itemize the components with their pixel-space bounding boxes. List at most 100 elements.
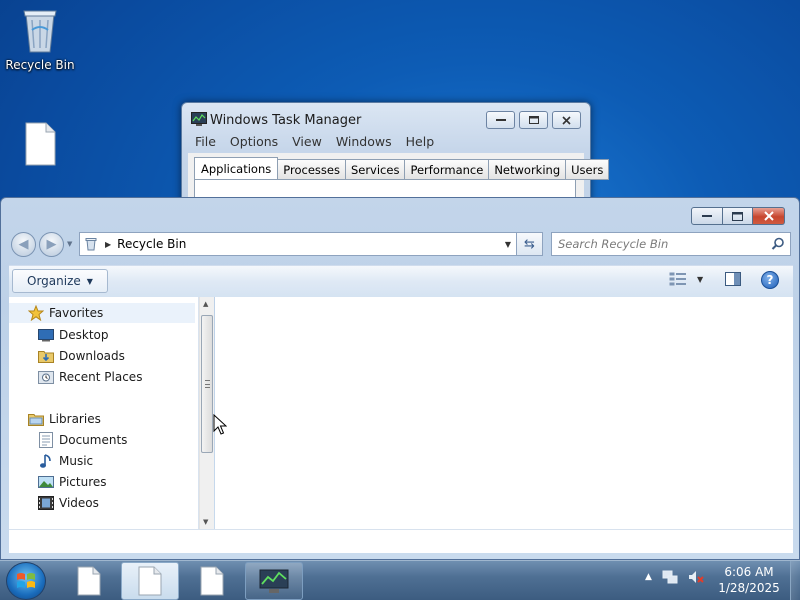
- nav-videos-label: Videos: [59, 496, 99, 510]
- nav-videos[interactable]: Videos: [37, 493, 99, 513]
- menu-view[interactable]: View: [285, 134, 329, 149]
- file-icon: [200, 566, 224, 596]
- file-icon: [25, 122, 56, 166]
- recycle-bin-icon: [23, 10, 57, 53]
- restore-icon: [528, 116, 539, 124]
- minimize-button[interactable]: [691, 207, 723, 225]
- forward-arrow-icon: ▶: [46, 237, 57, 252]
- nav-downloads-label: Downloads: [59, 349, 125, 363]
- scroll-down-arrow-icon[interactable]: ▼: [203, 518, 208, 526]
- menu-windows[interactable]: Windows: [329, 134, 399, 149]
- desktop-icon-recycle-bin[interactable]: Recycle Bin: [2, 6, 78, 72]
- network-icon[interactable]: [662, 569, 678, 585]
- breadcrumb-chevron-icon[interactable]: ▶: [105, 240, 111, 249]
- tab-users[interactable]: Users: [566, 159, 610, 180]
- preview-pane-icon: [725, 272, 741, 286]
- desktop-icon: [37, 327, 55, 343]
- libraries-folder-icon: [27, 411, 45, 427]
- tab-services[interactable]: Services: [345, 159, 406, 180]
- task-manager-tabs: Applications Processes Services Performa…: [194, 157, 610, 181]
- restore-icon: [732, 211, 743, 221]
- show-desktop-button[interactable]: [790, 561, 800, 600]
- tab-networking[interactable]: Networking: [489, 159, 567, 180]
- task-manager-minimize-button[interactable]: [486, 111, 515, 129]
- refresh-button[interactable]: ⇆: [517, 232, 543, 256]
- menu-options[interactable]: Options: [223, 134, 285, 149]
- menu-help[interactable]: Help: [399, 134, 442, 149]
- search-icon: [771, 237, 784, 250]
- search-box[interactable]: [551, 232, 791, 256]
- nav-music[interactable]: Music: [37, 451, 93, 471]
- tab-processes[interactable]: Processes: [278, 159, 346, 180]
- organize-label: Organize: [27, 274, 81, 288]
- file-list-area[interactable]: [215, 297, 793, 529]
- show-hidden-icons-button[interactable]: ▲: [645, 572, 652, 582]
- music-icon: [37, 453, 55, 469]
- nav-favorites-label: Favorites: [49, 306, 104, 320]
- help-button[interactable]: ?: [761, 271, 779, 289]
- chevron-down-icon: ▼: [86, 276, 93, 286]
- scrollbar-thumb[interactable]: [201, 315, 213, 453]
- scroll-up-arrow-icon[interactable]: ▲: [203, 300, 208, 308]
- clock-time: 6:06 AM: [724, 565, 774, 579]
- explorer-window[interactable]: ◀ ▶ ▼ ▶ Recycle Bin ▼ ⇆ Organize ▼: [0, 197, 800, 560]
- refresh-icon: ⇆: [524, 236, 535, 252]
- nav-downloads[interactable]: Downloads: [37, 346, 125, 366]
- tab-applications[interactable]: Applications: [194, 157, 279, 181]
- search-input[interactable]: [558, 237, 763, 251]
- task-manager-maximize-button[interactable]: [519, 111, 548, 129]
- taskbar-button-file[interactable]: [60, 562, 118, 600]
- address-bar[interactable]: ▶ Recycle Bin ▼: [79, 232, 517, 256]
- back-button[interactable]: ◀: [11, 232, 36, 257]
- taskbar: ▲ 6:06 AM 1/28/2025: [0, 560, 800, 600]
- minimize-icon: [495, 119, 506, 121]
- windows-logo-icon: [17, 573, 35, 588]
- change-view-button[interactable]: ▼: [669, 272, 703, 286]
- menu-file[interactable]: File: [188, 134, 223, 149]
- nav-libraries-label: Libraries: [49, 412, 101, 426]
- clock-date: 1/28/2025: [718, 581, 780, 595]
- recycle-bin-small-icon: [85, 238, 97, 251]
- task-manager-close-button[interactable]: [552, 111, 581, 129]
- taskbar-button-recycle-bin-explorer[interactable]: [121, 562, 179, 600]
- nav-desktop-label: Desktop: [59, 328, 109, 342]
- close-button[interactable]: [753, 207, 785, 225]
- nav-libraries[interactable]: Libraries: [27, 409, 101, 429]
- taskbar-button-file-2[interactable]: [183, 562, 241, 600]
- nav-pictures[interactable]: Pictures: [37, 472, 107, 492]
- recent-places-icon: [37, 369, 55, 385]
- task-manager-title: Windows Task Manager: [210, 113, 362, 128]
- nav-recent-places[interactable]: Recent Places: [37, 367, 142, 387]
- preview-pane-button[interactable]: [725, 272, 741, 289]
- close-icon: [763, 211, 774, 221]
- command-bar: Organize ▼ ▼ ?: [9, 265, 793, 297]
- taskbar-button-task-manager[interactable]: [245, 562, 303, 600]
- file-icon: [77, 566, 101, 596]
- documents-icon: [37, 432, 55, 448]
- start-button[interactable]: [6, 562, 46, 600]
- details-pane: [9, 529, 793, 553]
- nav-recent-places-label: Recent Places: [59, 370, 143, 384]
- address-history-dropdown[interactable]: ▼: [505, 240, 511, 249]
- forward-button[interactable]: ▶: [39, 232, 64, 257]
- breadcrumb-recycle-bin[interactable]: Recycle Bin: [117, 237, 186, 251]
- file-icon: [138, 566, 162, 596]
- star-icon: [27, 305, 45, 321]
- window-caption-buttons: [691, 207, 791, 227]
- chevron-down-icon: ▼: [697, 274, 704, 284]
- pictures-icon: [37, 474, 55, 490]
- maximize-button[interactable]: [723, 207, 753, 225]
- nav-documents[interactable]: Documents: [37, 430, 127, 450]
- organize-button[interactable]: Organize ▼: [12, 269, 108, 293]
- navigation-pane: Favorites Desktop Downloads Recent Place…: [9, 297, 199, 529]
- system-clock[interactable]: 6:06 AM 1/28/2025: [715, 564, 783, 596]
- desktop-icon-file[interactable]: [2, 122, 78, 166]
- navigation-pane-scrollbar[interactable]: ▲ ▼: [199, 297, 214, 529]
- tab-performance[interactable]: Performance: [405, 159, 490, 180]
- volume-muted-icon[interactable]: [688, 569, 704, 585]
- nav-desktop[interactable]: Desktop: [37, 325, 109, 345]
- view-details-icon: [669, 272, 686, 286]
- nav-favorites[interactable]: Favorites: [9, 303, 195, 323]
- recent-pages-dropdown[interactable]: ▼: [67, 240, 72, 248]
- back-arrow-icon: ◀: [18, 237, 29, 252]
